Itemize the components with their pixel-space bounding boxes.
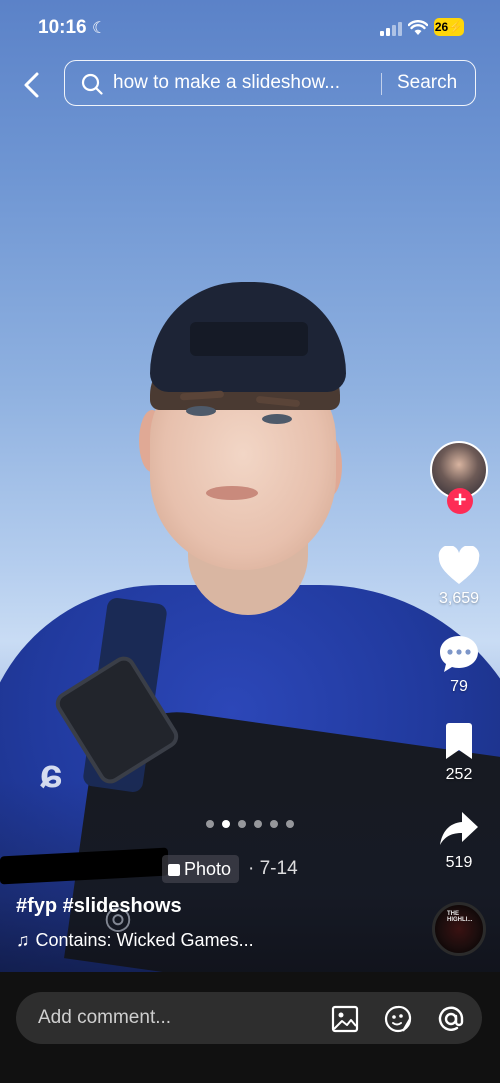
wifi-icon: [408, 20, 428, 35]
share-arrow-icon: [440, 812, 478, 845]
mouth: [206, 486, 258, 500]
search-divider: [381, 73, 382, 95]
bookmark-count: 252: [445, 766, 473, 783]
search-input[interactable]: [113, 69, 383, 97]
search-button[interactable]: Search: [397, 72, 457, 94]
post-photo[interactable]: ɕ ◎: [0, 0, 500, 972]
share-count: 519: [445, 854, 473, 871]
comment-count: 79: [450, 678, 468, 695]
music-note-icon: ♫: [16, 930, 30, 950]
comment-bubble-icon: [440, 636, 478, 672]
disc-label: THE HIGHLI...: [447, 911, 473, 923]
cellular-signal-icon: [380, 22, 402, 36]
left-eye: [186, 406, 216, 416]
heart-icon: [438, 546, 480, 584]
status-time: 10:16: [38, 17, 87, 38]
like-button[interactable]: 3,659: [426, 546, 492, 608]
cap-strap: [190, 322, 308, 356]
comment-input[interactable]: [38, 1004, 318, 1032]
sticker-icon[interactable]: [383, 1004, 413, 1034]
search-bar[interactable]: Search: [64, 60, 476, 106]
mention-icon[interactable]: [436, 1004, 466, 1034]
carousel-indicator: [206, 815, 302, 828]
share-button[interactable]: 519: [426, 810, 492, 872]
back-arrow-icon[interactable]: [18, 68, 46, 102]
bookmark-icon: [446, 723, 472, 759]
follow-plus-icon[interactable]: +: [447, 488, 473, 514]
photo-icon: [168, 864, 180, 876]
carousel-dot: [238, 820, 246, 828]
photo-type-badge: Photo: [162, 855, 240, 883]
carousel-dot: [222, 820, 230, 828]
image-icon[interactable]: [330, 1004, 360, 1034]
carousel-dot: [270, 820, 278, 828]
status-bar: 10:16 ☾ 26⚡: [0, 0, 500, 56]
photo-type-label: Photo: [184, 859, 232, 879]
sound-link[interactable]: ♫ Contains: Wicked Games...: [16, 930, 254, 951]
like-count: 3,659: [438, 590, 480, 607]
right-eye: [262, 414, 292, 424]
battery-level: 26: [434, 20, 449, 34]
bookmark-button[interactable]: 252: [426, 722, 492, 784]
sound-title: Contains: Wicked Games...: [35, 930, 254, 950]
post-date: · 7-14: [248, 858, 298, 879]
search-icon: [81, 73, 103, 95]
comment-button[interactable]: 79: [426, 634, 492, 696]
battery-indicator: 26⚡: [434, 18, 464, 36]
carousel-dot: [206, 820, 214, 828]
moon-icon: ☾: [92, 20, 107, 37]
carousel-dot: [254, 820, 262, 828]
sound-disc[interactable]: THE HIGHLI...: [432, 902, 486, 956]
hashtags[interactable]: #fyp #slideshows: [16, 895, 182, 918]
carousel-dot: [286, 820, 294, 828]
